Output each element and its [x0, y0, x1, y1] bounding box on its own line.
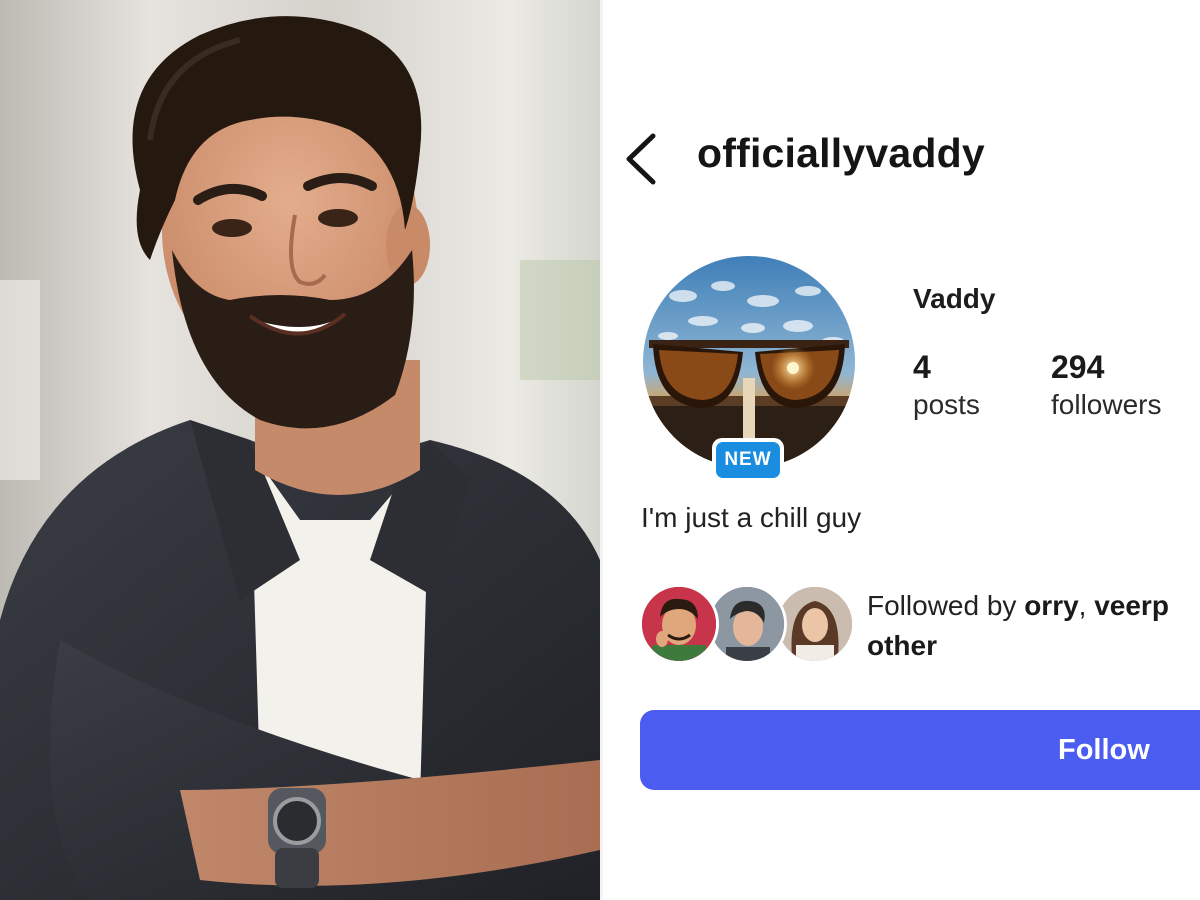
profile-bio: I'm just a chill guy [641, 502, 862, 533]
mutual-user-veerp[interactable]: veerp [1094, 590, 1169, 621]
followed-by-text[interactable]: Followed by orry, veerp other [867, 586, 1169, 666]
sunglasses-sunset-image [643, 256, 855, 468]
followers-count: 294 [1051, 349, 1105, 385]
mutual-followers-avatars[interactable] [639, 584, 855, 668]
followed-by-separator: , [1078, 590, 1095, 621]
posts-stat[interactable]: 4 posts [913, 348, 980, 424]
person-illustration [0, 0, 600, 900]
mutual-avatar-2[interactable] [707, 584, 787, 664]
profile-panel: officiallyvaddy NEW Vaddy 4 posts 294 fo… [603, 0, 1200, 900]
follow-button[interactable]: Follow [640, 710, 1200, 790]
profile-display-name: Vaddy [913, 283, 996, 314]
mutual-user-orry[interactable]: orry [1024, 590, 1078, 621]
profile-username: officiallyvaddy [697, 130, 985, 176]
cartoon-avatar-image [642, 587, 716, 661]
posts-count: 4 [913, 349, 931, 385]
man-portrait-image [710, 587, 784, 661]
followers-stat[interactable]: 294 followers [1051, 348, 1161, 424]
followed-by-prefix: Followed by [867, 590, 1025, 621]
woman-portrait-image [778, 587, 852, 661]
new-badge: NEW [712, 438, 784, 482]
new-badge-label: NEW [716, 442, 780, 478]
mutual-avatar-3[interactable] [775, 584, 855, 664]
screenshot-composite: officiallyvaddy NEW Vaddy 4 posts 294 fo… [0, 0, 1200, 900]
person-photo [0, 0, 600, 900]
profile-avatar[interactable] [643, 256, 855, 468]
posts-label: posts [913, 389, 980, 420]
followers-label: followers [1051, 389, 1162, 420]
mutual-avatar-1[interactable] [639, 584, 719, 664]
followed-by-others[interactable]: other [867, 630, 937, 661]
chevron-left-icon[interactable] [621, 132, 661, 186]
